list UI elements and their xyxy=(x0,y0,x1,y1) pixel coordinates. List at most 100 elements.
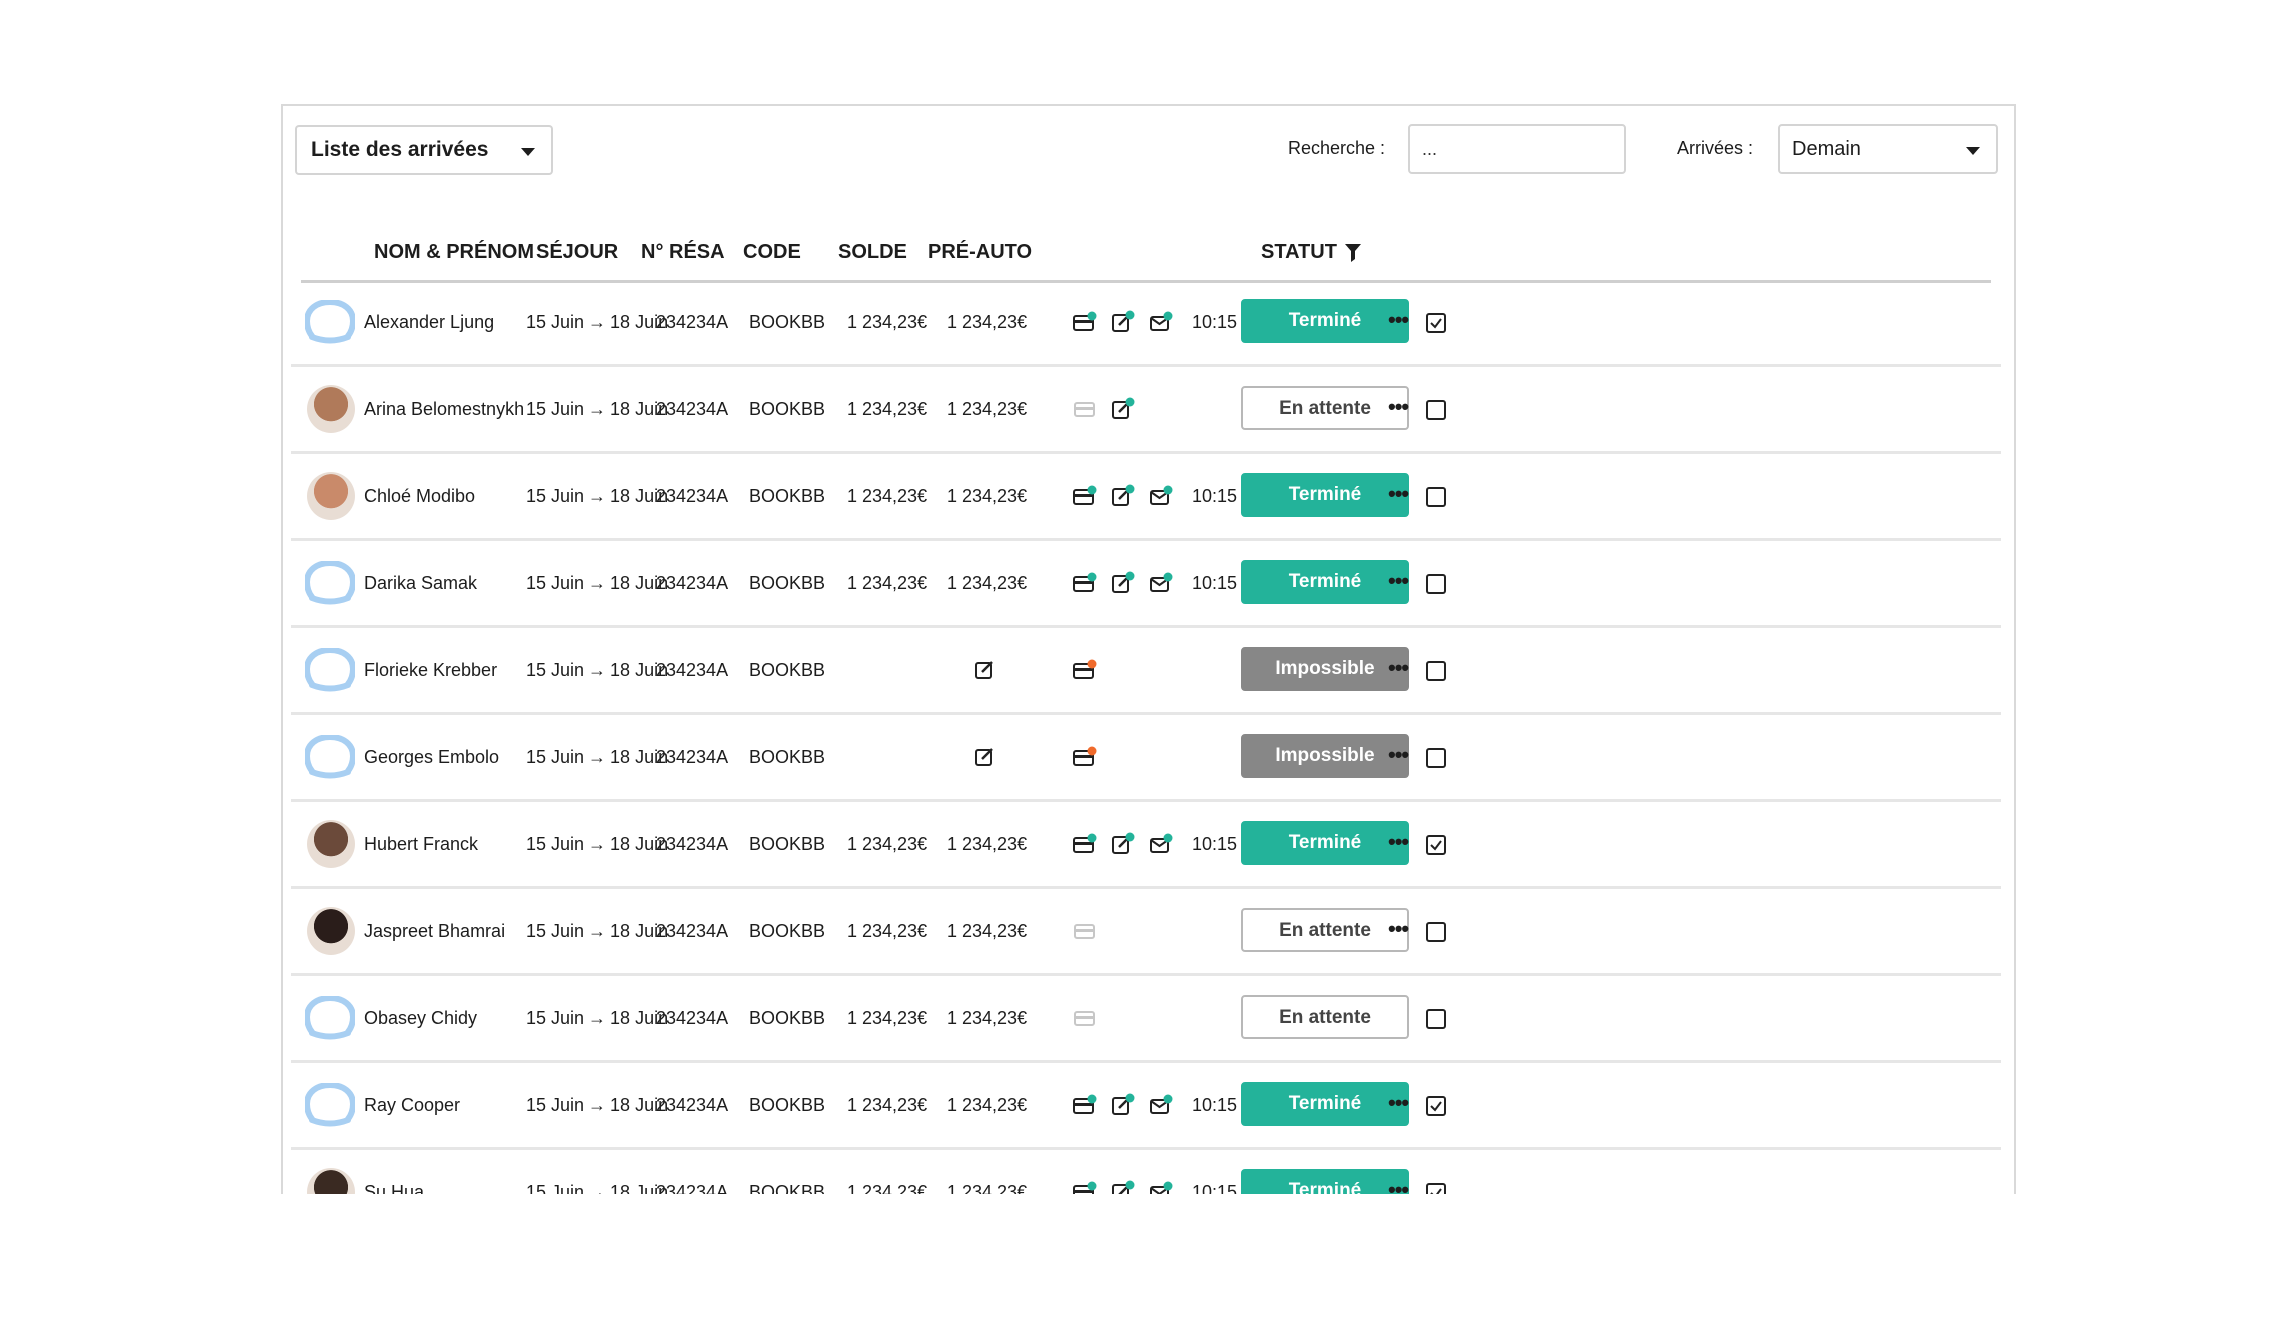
row-checkbox[interactable] xyxy=(1426,574,1446,594)
card-grey-icon[interactable] xyxy=(1073,919,1097,943)
row-checkbox[interactable] xyxy=(1426,487,1446,507)
edit-check-icon[interactable] xyxy=(1111,310,1135,334)
edit-check-icon[interactable] xyxy=(1111,484,1135,508)
card-grey-icon[interactable] xyxy=(1073,1006,1097,1030)
card-check-icon[interactable] xyxy=(1073,1093,1097,1117)
guest-name[interactable]: Su Hua xyxy=(364,1150,424,1194)
guest-name[interactable]: Ray Cooper xyxy=(364,1063,460,1147)
envelope-check-icon[interactable] xyxy=(1149,1093,1173,1117)
envelope-check-icon[interactable] xyxy=(1149,832,1173,856)
row-checkbox[interactable] xyxy=(1426,661,1446,681)
card-grey-icon[interactable] xyxy=(1073,397,1097,421)
column-header-code[interactable]: CODE xyxy=(743,232,801,272)
more-actions-icon[interactable]: ••• xyxy=(1388,657,1409,679)
column-header-balance[interactable]: SOLDE xyxy=(838,232,907,272)
more-actions-icon[interactable]: ••• xyxy=(1388,483,1409,505)
status-badge[interactable]: En attente xyxy=(1241,386,1409,430)
edit-icon[interactable] xyxy=(973,658,997,682)
guest-name[interactable]: Florieke Krebber xyxy=(364,628,497,712)
table-row[interactable]: Chloé Modibo 15 Juin → 18 Juin 234234A BOOKBB… xyxy=(291,454,2001,541)
guest-name[interactable]: Arina Belomestnykh xyxy=(364,367,524,451)
preauth-value: 1 234,23€ xyxy=(947,312,1028,332)
guest-name[interactable]: Alexander Ljung xyxy=(364,280,494,364)
column-header-resa[interactable]: N° RÉSA xyxy=(641,232,725,272)
status-badge[interactable]: En attente xyxy=(1241,995,1409,1039)
status-badge[interactable]: Terminé xyxy=(1241,473,1409,517)
status-badge[interactable]: Terminé xyxy=(1241,1082,1409,1126)
more-actions-icon[interactable]: ••• xyxy=(1388,744,1409,766)
arrival-time: 10:15 xyxy=(1192,486,1238,506)
envelope-check-icon[interactable] xyxy=(1149,571,1173,595)
table-row[interactable]: Su Hua 15 Juin → 18 Juin 234234A BOOKBB 1 234,… xyxy=(291,1150,2001,1194)
table-row[interactable]: Hubert Franck 15 Juin → 18 Juin 234234A BOOKB… xyxy=(291,802,2001,889)
more-actions-icon[interactable]: ••• xyxy=(1388,570,1409,592)
more-actions-icon[interactable]: ••• xyxy=(1388,1092,1409,1114)
checkmark-icon xyxy=(1430,840,1442,851)
card-alert-icon[interactable] xyxy=(1073,658,1097,682)
guest-name[interactable]: Jaspreet Bhamrai xyxy=(364,889,505,973)
more-actions-icon[interactable]: ••• xyxy=(1388,309,1409,331)
guest-name[interactable]: Obasey Chidy xyxy=(364,976,477,1060)
column-header-name[interactable]: NOM & PRÉNOM xyxy=(374,232,534,272)
table-row[interactable]: Arina Belomestnykh 15 Juin → 18 Juin 234234A… xyxy=(291,367,2001,454)
envelope-check-icon[interactable] xyxy=(1149,310,1173,334)
row-checkbox[interactable] xyxy=(1426,1183,1446,1194)
reservation-number: 234234A xyxy=(656,486,729,506)
arrivals-date-select[interactable]: Demain xyxy=(1778,124,1998,174)
row-checkbox[interactable] xyxy=(1426,748,1446,768)
edit-check-icon[interactable] xyxy=(1111,1093,1135,1117)
table-row[interactable]: Jaspreet Bhamrai 15 Juin → 18 Juin 234234A BO… xyxy=(291,889,2001,976)
balance-value: 1 234,23€ xyxy=(847,921,928,941)
status-badge[interactable]: Impossible xyxy=(1241,647,1409,691)
list-type-select[interactable]: Liste des arrivées xyxy=(295,125,553,175)
table-row[interactable]: Florieke Krebber 15 Juin → 18 Juin 234234A BO… xyxy=(291,628,2001,715)
status-badge[interactable]: Terminé xyxy=(1241,821,1409,865)
checkmark-icon xyxy=(1430,1101,1442,1112)
status-badge[interactable]: Terminé xyxy=(1241,299,1409,343)
status-badge[interactable]: Terminé xyxy=(1241,560,1409,604)
more-actions-icon[interactable]: ••• xyxy=(1388,396,1409,418)
guest-name[interactable]: Chloé Modibo xyxy=(364,454,475,538)
table-row[interactable]: Ray Cooper 15 Juin → 18 Juin 234234A BOOKBB 1 … xyxy=(291,1063,2001,1150)
edit-icon[interactable] xyxy=(973,745,997,769)
more-actions-icon[interactable]: ••• xyxy=(1388,918,1409,940)
table-row[interactable]: Alexander Ljung 15 Juin → 18 Juin 234234A BOO… xyxy=(291,280,2001,367)
card-check-icon[interactable] xyxy=(1073,310,1097,334)
edit-check-icon[interactable] xyxy=(1111,571,1135,595)
table-row[interactable]: Darika Samak 15 Juin → 18 Juin 234234A BOOKBB… xyxy=(291,541,2001,628)
avatar-placeholder-icon xyxy=(305,300,355,344)
search-input[interactable] xyxy=(1408,124,1626,174)
table-row[interactable]: Obasey Chidy 15 Juin → 18 Juin 234234A BOOKBB… xyxy=(291,976,2001,1063)
column-header-status[interactable]: STATUT xyxy=(1261,232,1361,272)
stay-dates: 15 Juin → 18 Juin xyxy=(526,715,668,799)
column-header-preauth[interactable]: PRÉ-AUTO xyxy=(928,232,1032,272)
card-check-icon[interactable] xyxy=(1073,832,1097,856)
row-checkbox[interactable] xyxy=(1426,835,1446,855)
guest-name[interactable]: Darika Samak xyxy=(364,541,477,625)
edit-check-icon[interactable] xyxy=(1111,397,1135,421)
more-actions-icon[interactable]: ••• xyxy=(1388,831,1409,853)
row-checkbox[interactable] xyxy=(1426,922,1446,942)
column-header-stay[interactable]: SÉJOUR xyxy=(536,232,618,272)
envelope-check-icon[interactable] xyxy=(1149,484,1173,508)
row-checkbox[interactable] xyxy=(1426,1009,1446,1029)
edit-check-icon[interactable] xyxy=(1111,1180,1135,1194)
row-checkbox[interactable] xyxy=(1426,313,1446,333)
row-checkbox[interactable] xyxy=(1426,1096,1446,1116)
more-actions-icon[interactable]: ••• xyxy=(1388,1179,1409,1195)
guest-name[interactable]: Hubert Franck xyxy=(364,802,478,886)
envelope-check-icon[interactable] xyxy=(1149,1180,1173,1194)
card-check-icon[interactable] xyxy=(1073,1180,1097,1194)
status-badge[interactable]: Terminé xyxy=(1241,1169,1409,1194)
guest-name[interactable]: Georges Embolo xyxy=(364,715,499,799)
status-badge[interactable]: Impossible xyxy=(1241,734,1409,778)
table-row[interactable]: Georges Embolo 15 Juin → 18 Juin 234234A BOOK… xyxy=(291,715,2001,802)
card-alert-icon[interactable] xyxy=(1073,745,1097,769)
checkmark-icon xyxy=(1430,318,1442,329)
card-check-icon[interactable] xyxy=(1073,571,1097,595)
card-check-icon[interactable] xyxy=(1073,484,1097,508)
row-checkbox[interactable] xyxy=(1426,400,1446,420)
filter-icon[interactable] xyxy=(1344,243,1361,262)
status-badge[interactable]: En attente xyxy=(1241,908,1409,952)
edit-check-icon[interactable] xyxy=(1111,832,1135,856)
